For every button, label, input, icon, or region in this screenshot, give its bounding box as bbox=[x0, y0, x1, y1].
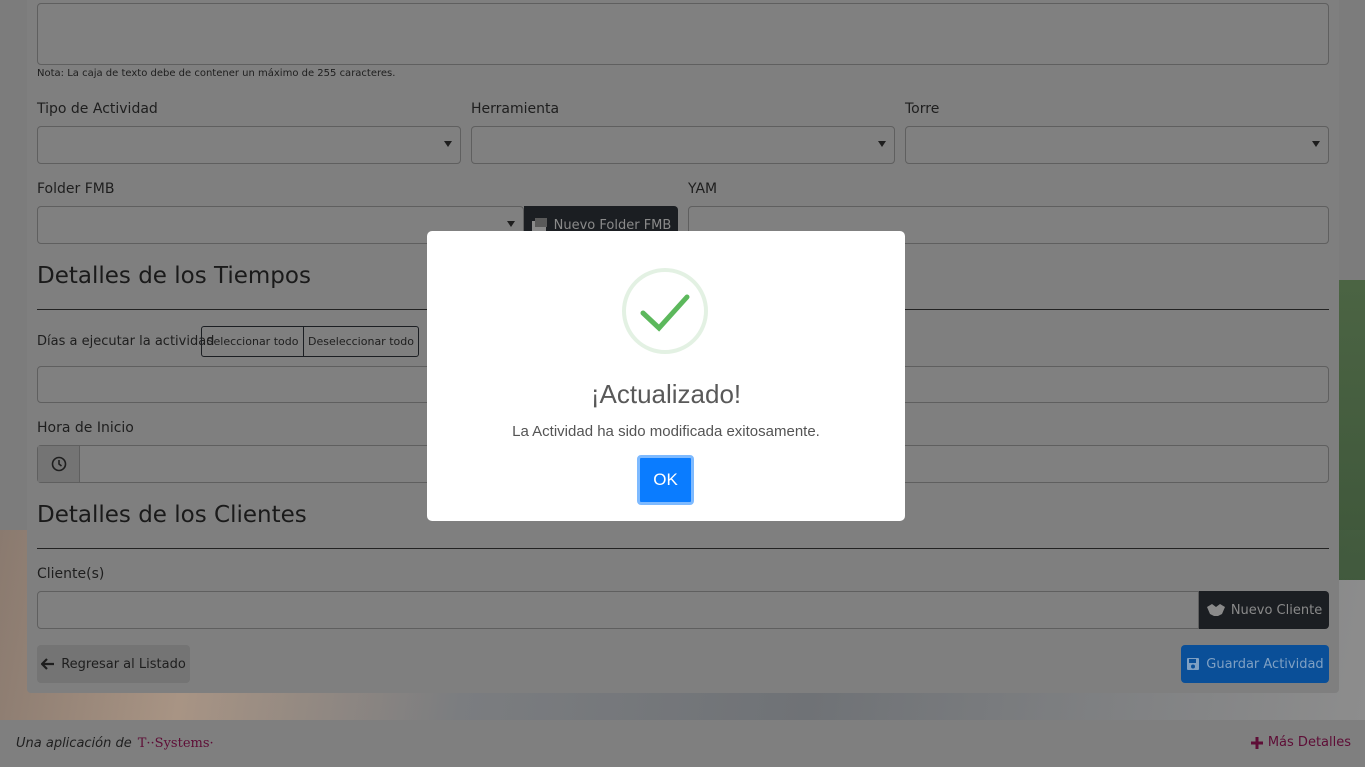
tipo-actividad-select[interactable] bbox=[37, 126, 461, 164]
dias-label: Días a ejecutar la actividad bbox=[37, 334, 215, 349]
success-check-icon bbox=[622, 268, 708, 354]
mas-detalles-link[interactable]: Más Detalles bbox=[1250, 735, 1351, 750]
tipo-actividad-label: Tipo de Actividad bbox=[37, 101, 158, 117]
footer: Una aplicación de T··Systems· Más Detalle… bbox=[0, 720, 1365, 767]
folder-fmb-label: Folder FMB bbox=[37, 181, 115, 197]
regresar-label: Regresar al Listado bbox=[61, 656, 186, 672]
clientes-select[interactable] bbox=[37, 591, 1199, 629]
ok-button[interactable]: OK bbox=[637, 455, 694, 505]
torre-select[interactable] bbox=[905, 126, 1329, 164]
footer-credit: Una aplicación de T··Systems· bbox=[16, 736, 214, 751]
handshake-icon bbox=[1206, 604, 1225, 616]
description-textarea[interactable] bbox=[37, 3, 1329, 65]
herramienta-label: Herramienta bbox=[471, 101, 560, 117]
plus-icon bbox=[1250, 736, 1263, 749]
arrow-left-icon bbox=[41, 658, 55, 670]
nuevo-cliente-label: Nuevo Cliente bbox=[1230, 602, 1323, 618]
tiempos-heading: Detalles de los Tiempos bbox=[37, 263, 311, 289]
deseleccionar-todo-button[interactable]: Deseleccionar todo bbox=[303, 326, 419, 357]
chevron-down-icon bbox=[444, 141, 452, 147]
mas-detalles-label: Más Detalles bbox=[1267, 735, 1351, 750]
torre-label: Torre bbox=[905, 101, 940, 117]
save-icon bbox=[1187, 658, 1200, 670]
footer-prefix: Una aplicación de bbox=[16, 736, 132, 751]
background-plant bbox=[1335, 280, 1365, 580]
hora-inicio-label: Hora de Inicio bbox=[37, 420, 134, 436]
modal-title: ¡Actualizado! bbox=[590, 379, 742, 409]
clientes-label: Cliente(s) bbox=[37, 566, 105, 582]
yam-label: YAM bbox=[688, 181, 718, 197]
clientes-heading: Detalles de los Clientes bbox=[37, 502, 307, 528]
chevron-down-icon bbox=[507, 221, 515, 227]
modal-message: La Actividad ha sido modificada exitosam… bbox=[512, 423, 820, 440]
regresar-button[interactable]: Regresar al Listado bbox=[37, 645, 190, 683]
clientes-divider bbox=[37, 548, 1329, 549]
chevron-down-icon bbox=[1312, 141, 1320, 147]
brand-logo: T··Systems· bbox=[137, 736, 214, 751]
textarea-note: Nota: La caja de texto debe de contener … bbox=[37, 68, 396, 79]
clock-icon bbox=[51, 456, 67, 472]
clock-addon bbox=[38, 446, 80, 482]
seleccionar-todo-button[interactable]: Seleccionar todo bbox=[201, 326, 304, 357]
nuevo-cliente-button[interactable]: Nuevo Cliente bbox=[1199, 591, 1329, 629]
guardar-label: Guardar Actividad bbox=[1206, 656, 1324, 672]
guardar-button[interactable]: Guardar Actividad bbox=[1181, 645, 1329, 683]
chevron-down-icon bbox=[878, 141, 886, 147]
herramienta-select[interactable] bbox=[471, 126, 895, 164]
folder-plus-icon bbox=[531, 218, 547, 231]
success-modal: ¡Actualizado! La Actividad ha sido modif… bbox=[427, 231, 905, 521]
